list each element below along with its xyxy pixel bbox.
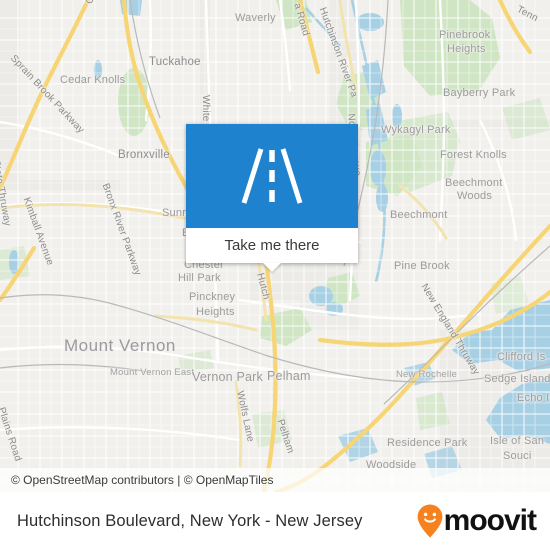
page-title: Hutchinson Boulevard, New York - New Jer…: [17, 511, 363, 530]
moovit-smiley-pin-icon: [417, 504, 443, 538]
road-icon: [241, 148, 303, 204]
card-pointer-tail: [263, 263, 281, 272]
take-me-there-button[interactable]: Take me there: [186, 228, 358, 263]
card-icon-area: [186, 124, 358, 228]
moovit-wordmark: moovit: [443, 504, 537, 537]
take-me-there-label: Take me there: [224, 237, 320, 254]
attribution-text: © OpenStreetMap contributors | © OpenMap…: [11, 473, 274, 487]
page-footer: Hutchinson Boulevard, New York - New Jer…: [0, 492, 550, 550]
map-info-card[interactable]: Take me there: [186, 124, 358, 272]
map-attribution: © OpenStreetMap contributors | © OpenMap…: [0, 468, 550, 492]
moovit-map-page: .w { fill:#a7d0e4; } .pk { fill:#cfe5c3;…: [0, 0, 550, 550]
moovit-logo[interactable]: moovit: [417, 504, 537, 538]
